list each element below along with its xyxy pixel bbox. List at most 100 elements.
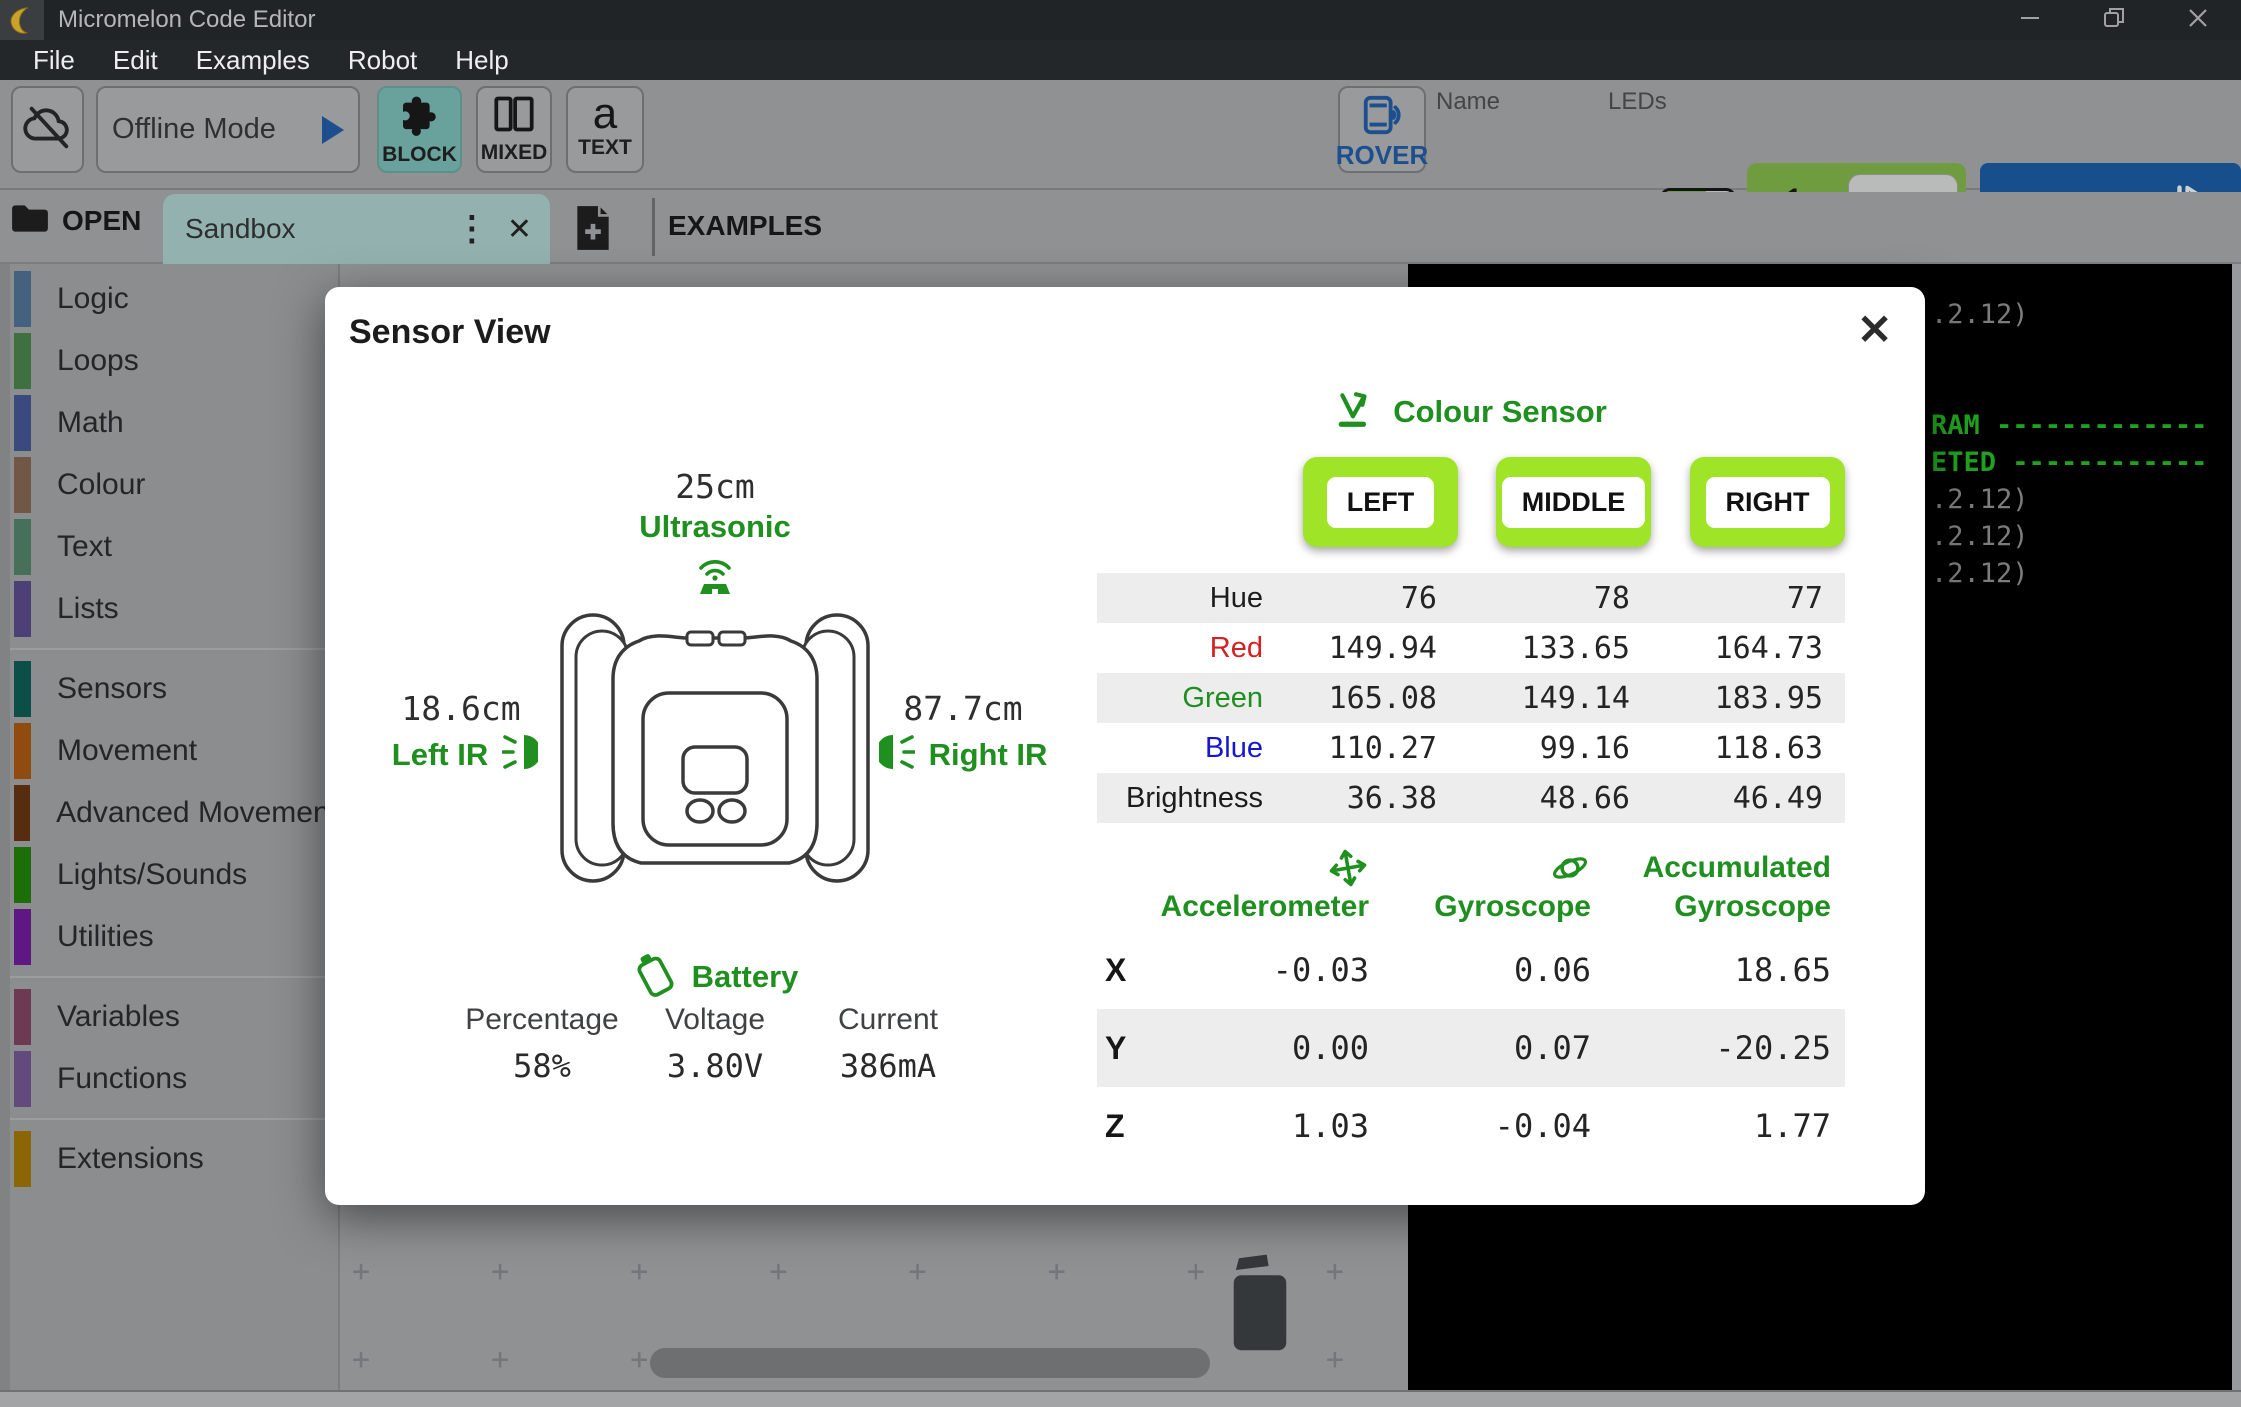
horizontal-scrollbar[interactable] <box>650 1348 1210 1378</box>
battery-header: Battery <box>565 949 865 1004</box>
accumulated-gyroscope-header-line1: Accumulated <box>1643 847 1831 889</box>
new-file-button[interactable] <box>573 204 613 257</box>
letter-a-icon: a <box>593 94 617 134</box>
leds-label: LEDs <box>1608 88 1667 116</box>
mode-mixed-label: MIXED <box>481 141 548 165</box>
battery-section-label: Battery <box>692 959 799 995</box>
sidebar-item-lists[interactable]: Lists <box>0 578 338 640</box>
sidebar-divider <box>10 976 338 978</box>
battery-current-stat: Current 386mA <box>788 1003 988 1085</box>
close-window-button[interactable] <box>2183 5 2213 36</box>
left-ir-row: Left IR <box>325 733 605 776</box>
ultrasonic-value: 25cm <box>565 467 865 506</box>
colour-left-button[interactable]: LEFT <box>1303 457 1458 547</box>
window-bottom-strip <box>0 1390 2241 1407</box>
sidebar-item-loops[interactable]: Loops <box>0 330 338 392</box>
tab-sandbox[interactable]: Sandbox ⋮ ✕ <box>163 194 550 264</box>
connection-cloud-button[interactable] <box>11 86 84 173</box>
table-row-green: Green 165.08 149.14 183.95 <box>1097 673 1845 723</box>
colour-left-label: LEFT <box>1327 477 1435 528</box>
right-ir-value: 87.7cm <box>833 689 1093 728</box>
rover-button[interactable]: ROVER <box>1338 86 1426 173</box>
tab-sandbox-label: Sandbox <box>185 213 445 245</box>
category-swatch <box>14 847 31 903</box>
sidebar-divider <box>10 1118 338 1120</box>
trash-icon[interactable] <box>1222 1254 1298 1359</box>
console-line <box>1931 333 2207 370</box>
colour-middle-button[interactable]: MIDDLE <box>1496 457 1651 547</box>
menu-examples[interactable]: Examples <box>177 45 329 76</box>
folder-icon <box>10 202 50 239</box>
right-ir-label: Right IR <box>929 737 1048 773</box>
colour-sensor-table: Hue 76 78 77 Red 149.94 133.65 164.73 Gr… <box>1097 573 1845 823</box>
restore-button[interactable] <box>2099 5 2129 36</box>
colour-right-label: RIGHT <box>1706 477 1830 528</box>
mode-text-label: TEXT <box>578 136 632 160</box>
right-ir-row: Right IR <box>823 733 1103 776</box>
rover-icon <box>1356 93 1408 142</box>
category-swatch <box>14 661 31 717</box>
colour-sensor-header: Colour Sensor <box>1097 389 1845 434</box>
imu-row-x: X -0.03 0.06 18.65 <box>1097 931 1845 1009</box>
sidebar-item-functions[interactable]: Functions <box>0 1048 338 1110</box>
imu-table: Accelerometer Gyroscope Accumulated Gyro… <box>1097 847 1845 1165</box>
accelerometer-icon <box>1327 847 1369 889</box>
workspace-grid-dots: + + + + + + + + + <box>352 1254 1483 1289</box>
imu-row-z: Z 1.03 -0.04 1.77 <box>1097 1087 1845 1165</box>
rover-label: ROVER <box>1336 140 1428 171</box>
tab-bar: OPEN Sandbox ⋮ ✕ EXAMPLES <box>0 192 2241 264</box>
left-ir-icon <box>502 733 538 776</box>
offline-mode-label: Offline Mode <box>112 113 276 146</box>
sidebar-item-movement[interactable]: Movement <box>0 720 338 782</box>
toolbar: Offline Mode BLOCK MIXED a TEXT ROVER Na… <box>0 80 2241 190</box>
sidebar-item-extensions[interactable]: Extensions <box>0 1128 338 1190</box>
tab-divider <box>652 198 655 256</box>
mode-mixed-button[interactable]: MIXED <box>476 86 552 173</box>
sensor-view-modal: Sensor View ✕ 25cm Ultrasonic <box>325 287 1925 1205</box>
category-swatch <box>14 1051 31 1107</box>
expand-arrow-icon <box>322 116 344 144</box>
menu-robot[interactable]: Robot <box>329 45 436 76</box>
mode-block-button[interactable]: BLOCK <box>377 86 462 173</box>
sidebar-item-math[interactable]: Math <box>0 392 338 454</box>
console-line: .2.12) <box>1931 481 2207 518</box>
table-row-brightness: Brightness 36.38 48.66 46.49 <box>1097 773 1845 823</box>
mode-block-label: BLOCK <box>382 143 457 167</box>
colour-right-button[interactable]: RIGHT <box>1690 457 1845 547</box>
connection-mode-button[interactable]: Offline Mode <box>96 86 360 173</box>
menu-edit[interactable]: Edit <box>94 45 177 76</box>
console-scrollbar[interactable] <box>2232 264 2241 1390</box>
sidebar-divider <box>10 648 338 650</box>
console-line: .2.12) <box>1931 555 2207 592</box>
tab-close-icon[interactable]: ✕ <box>499 212 550 247</box>
category-swatch <box>14 909 31 965</box>
category-swatch <box>14 457 31 513</box>
sidebar-item-sensors[interactable]: Sensors <box>0 658 338 720</box>
imu-row-y: Y 0.00 0.07 -20.25 <box>1097 1009 1845 1087</box>
modal-close-icon[interactable]: ✕ <box>1849 301 1900 359</box>
colour-middle-label: MIDDLE <box>1502 477 1646 528</box>
menu-help[interactable]: Help <box>436 45 527 76</box>
examples-button[interactable]: EXAMPLES <box>668 210 822 242</box>
sidebar-item-utilities[interactable]: Utilities <box>0 906 338 968</box>
menu-bar: File Edit Examples Robot Help <box>0 40 2241 80</box>
minimize-button[interactable] <box>2015 5 2045 36</box>
colour-sensor-icon <box>1335 389 1375 434</box>
sidebar-item-colour[interactable]: Colour <box>0 454 338 516</box>
gyroscope-header: Gyroscope <box>1434 889 1591 925</box>
name-field-label: Name <box>1436 88 1500 116</box>
open-file-button[interactable]: OPEN <box>10 202 141 239</box>
ultrasonic-label: Ultrasonic <box>565 509 865 545</box>
battery-icon <box>632 949 676 1004</box>
colour-sensor-label: Colour Sensor <box>1393 394 1607 430</box>
mode-text-button[interactable]: a TEXT <box>566 86 644 173</box>
sidebar-item-variables[interactable]: Variables <box>0 986 338 1048</box>
tab-menu-icon[interactable]: ⋮ <box>445 209 499 249</box>
console-line: .2.12) <box>1931 296 2207 333</box>
flyout-edge-strip <box>0 264 10 1390</box>
sidebar-item-lights-sounds[interactable]: Lights/Sounds <box>0 844 338 906</box>
sidebar-item-advanced-movement[interactable]: Advanced Movement <box>0 782 338 844</box>
menu-file[interactable]: File <box>14 45 94 76</box>
sidebar-item-logic[interactable]: Logic <box>0 268 338 330</box>
sidebar-item-text[interactable]: Text <box>0 516 338 578</box>
